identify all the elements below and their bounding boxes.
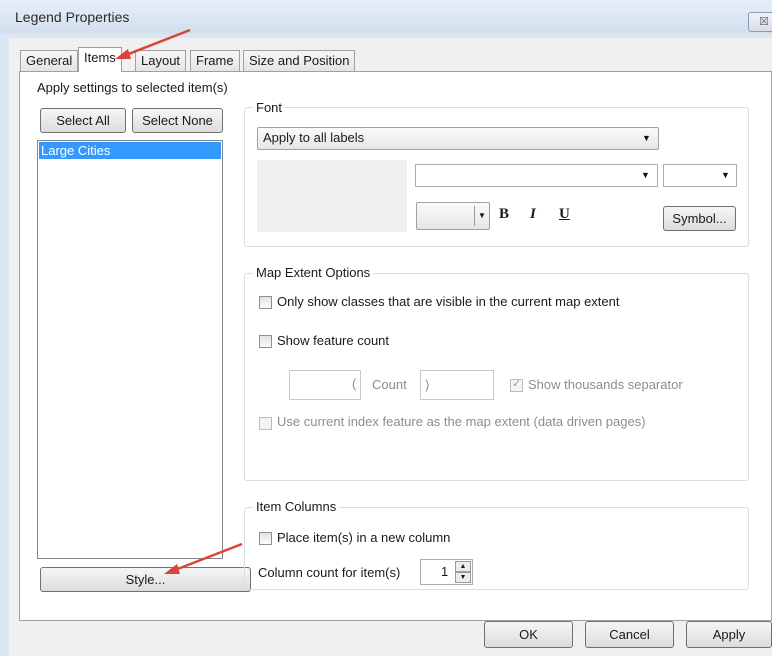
count-label: Count [372, 377, 407, 392]
close-paren-text: ) [425, 377, 430, 392]
index-feature-checkbox[interactable] [259, 417, 272, 430]
open-paren-text: ( [352, 376, 357, 391]
apply-button[interactable]: Apply [686, 621, 772, 648]
cancel-button[interactable]: Cancel [585, 621, 674, 648]
count-prefix-field[interactable] [289, 370, 361, 400]
italic-button[interactable]: I [530, 206, 536, 223]
chevron-down-icon: ▼ [478, 211, 486, 220]
column-count-value: 1 [441, 564, 449, 579]
show-feature-count-label: Show feature count [277, 333, 390, 348]
color-picker-divider [474, 206, 475, 226]
select-none-button[interactable]: Select None [132, 108, 223, 133]
font-group-label: Font [253, 100, 286, 115]
tab-general[interactable]: General [20, 50, 79, 71]
show-feature-count-checkbox[interactable] [259, 335, 272, 348]
column-count-stepper[interactable]: 1 ▲ ▼ [420, 559, 473, 585]
dialog-window: Legend Properties ☒ General Items Layout… [0, 0, 772, 656]
close-button[interactable]: ☒ [748, 12, 772, 32]
legend-items-listbox[interactable]: Large Cities [37, 140, 223, 559]
font-color-picker[interactable]: ▼ [416, 202, 490, 230]
tab-items[interactable]: Items [78, 47, 122, 72]
index-feature-label: Use current index feature as the map ext… [277, 414, 646, 429]
new-column-checkbox[interactable] [259, 532, 272, 545]
only-visible-checkbox[interactable] [259, 296, 272, 309]
apply-to-labels-value: Apply to all labels [263, 130, 365, 145]
chevron-down-icon: ▼ [642, 133, 651, 143]
map-extent-group-label: Map Extent Options [253, 265, 374, 280]
only-visible-label: Only show classes that are visible in th… [277, 294, 620, 309]
chevron-down-icon: ▼ [721, 170, 730, 180]
font-size-dropdown[interactable]: ▼ [663, 164, 737, 187]
stepper-up-icon[interactable]: ▲ [455, 561, 471, 572]
font-name-dropdown[interactable]: ▼ [415, 164, 658, 187]
bold-button[interactable]: B [499, 206, 509, 223]
select-all-button[interactable]: Select All [40, 108, 126, 133]
list-item[interactable]: Large Cities [39, 142, 221, 159]
symbol-button[interactable]: Symbol... [663, 206, 736, 231]
thousands-separator-label: Show thousands separator [528, 377, 683, 392]
checkmark-icon: ✓ [512, 378, 522, 390]
tab-layout[interactable]: Layout [135, 50, 187, 71]
close-icon: ☒ [759, 16, 769, 28]
apply-settings-heading: Apply settings to selected item(s) [37, 80, 228, 95]
title-bar[interactable]: Legend Properties ☒ [0, 0, 772, 34]
tab-size-and-position[interactable]: Size and Position [243, 50, 356, 71]
dialog-title: Legend Properties [15, 9, 130, 25]
thousands-separator-checkbox[interactable]: ✓ [510, 378, 523, 392]
new-column-label: Place item(s) in a new column [277, 530, 451, 545]
column-count-label: Column count for item(s) [258, 565, 401, 580]
chevron-down-icon: ▼ [641, 170, 650, 180]
item-columns-group-label: Item Columns [253, 499, 340, 514]
tab-frame[interactable]: Frame [190, 50, 240, 71]
ok-button[interactable]: OK [484, 621, 573, 648]
apply-to-labels-dropdown[interactable]: Apply to all labels ▼ [257, 127, 659, 150]
count-suffix-field[interactable]: ) [420, 370, 494, 400]
font-preview-box [257, 160, 407, 232]
stepper-down-icon[interactable]: ▼ [455, 572, 471, 583]
style-button[interactable]: Style... [40, 567, 251, 592]
underline-button[interactable]: U [559, 206, 570, 223]
